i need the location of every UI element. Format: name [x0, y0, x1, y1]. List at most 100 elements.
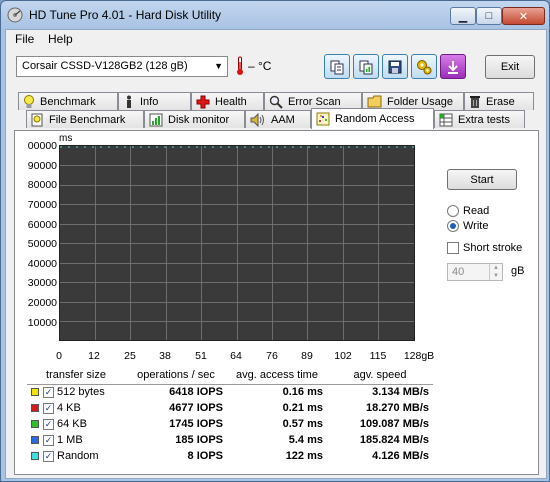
speaker-icon — [250, 112, 264, 127]
transfer-size: Random — [57, 450, 99, 462]
copy-results-icon — [359, 60, 373, 74]
read-radio-dot — [447, 205, 459, 217]
copy-info-icon — [330, 60, 344, 74]
menu-help[interactable]: Help — [48, 32, 73, 46]
transfer-size: 4 KB — [57, 402, 81, 414]
tab-aam[interactable]: AAM — [245, 110, 311, 128]
table-row: ✓ 64 KB 1745 IOPS 0.57 ms 109.087 MB/s — [27, 416, 433, 432]
y-tick: 90000 — [27, 160, 57, 172]
exit-button[interactable]: Exit — [485, 55, 535, 79]
spin-arrows-icon[interactable]: ▲ ▼ — [489, 264, 502, 280]
column-header: agv. speed — [327, 367, 433, 385]
close-button[interactable]: ✕ — [502, 7, 545, 25]
drive-selector-value: Corsair CSSD-V128GB2 (128 gB) — [22, 60, 188, 72]
tab-erase[interactable]: Erase — [464, 92, 534, 110]
series-checkbox[interactable]: ✓ — [43, 386, 54, 398]
menu-file[interactable]: File — [15, 32, 34, 46]
short-stroke-checkbox[interactable]: Short stroke — [447, 242, 522, 254]
window-title: HD Tune Pro 4.01 - Hard Disk Utility — [29, 8, 222, 22]
short-stroke-label: Short stroke — [463, 242, 523, 254]
copy-results-button[interactable] — [353, 54, 379, 79]
y-tick: 60000 — [27, 219, 57, 231]
y-tick: 30000 — [27, 277, 57, 289]
trash-icon — [470, 95, 480, 108]
drive-selector[interactable]: Corsair CSSD-V128GB2 (128 gB) ▼ — [16, 56, 228, 77]
speed-cell: 109.087 MB/s — [359, 418, 429, 430]
series-checkbox[interactable]: ✓ — [43, 450, 54, 462]
tab-random-access[interactable]: Random Access — [311, 108, 434, 129]
close-icon: ✕ — [518, 10, 529, 23]
maximize-button[interactable]: □ — [476, 7, 502, 25]
tab-label: Error Scan — [288, 95, 341, 108]
transfer-size-cell: ✓ 512 bytes — [27, 384, 125, 400]
tab-benchmark[interactable]: Benchmark — [18, 92, 118, 110]
download-button[interactable] — [440, 54, 466, 79]
app-icon — [7, 7, 23, 23]
access-time-cell: 122 ms — [285, 450, 323, 462]
x-tick: 38 — [159, 350, 171, 362]
ops-cell: 6418 IOPS — [169, 386, 223, 399]
options-button[interactable] — [411, 54, 437, 79]
tab-disk-monitor[interactable]: Disk monitor — [144, 110, 245, 128]
chevron-down-icon: ▼ — [214, 61, 223, 71]
x-tick: 25 — [124, 350, 136, 362]
transfer-size: 64 KB — [57, 418, 87, 430]
series-color-swatch — [31, 436, 39, 445]
short-stroke-size-input[interactable]: 40 ▲ ▼ — [447, 263, 503, 281]
folder-icon — [367, 95, 382, 108]
ops-cell: 185 IOPS — [175, 434, 223, 446]
y-unit-label: ms — [59, 133, 73, 144]
series-checkbox[interactable]: ✓ — [43, 434, 54, 446]
column-header: avg. access time — [227, 367, 327, 385]
menu-bar: File Help — [6, 30, 546, 48]
exit-button-label: Exit — [500, 61, 520, 73]
access-time-plot — [59, 145, 415, 341]
read-radio[interactable]: Read — [447, 205, 489, 217]
x-tick: 0 — [56, 350, 62, 362]
x-tick: 76 — [266, 350, 278, 362]
tab-extra-tests[interactable]: Extra tests — [434, 110, 525, 128]
transfer-size: 1 MB — [57, 434, 83, 446]
maximize-icon: □ — [485, 10, 493, 22]
write-radio-dot — [447, 220, 459, 232]
series-checkbox[interactable]: ✓ — [43, 402, 54, 414]
transfer-size-cell: ✓ Random — [27, 448, 125, 464]
tab-health[interactable]: Health — [191, 92, 264, 110]
series-color-swatch — [31, 452, 39, 461]
transfer-size-cell: ✓ 1 MB — [27, 432, 125, 448]
tab-label: Benchmark — [40, 95, 96, 108]
copy-info-button[interactable] — [324, 54, 350, 79]
start-button[interactable]: Start — [447, 169, 517, 190]
x-tick: 102 — [334, 350, 352, 362]
download-icon — [448, 60, 458, 74]
series-color-swatch — [31, 388, 39, 397]
table-row: ✓ 1 MB 185 IOPS 5.4 ms 185.824 MB/s — [27, 432, 433, 448]
table-row: ✓ Random 8 IOPS 122 ms 4.126 MB/s — [27, 448, 433, 464]
tab-info[interactable]: Info — [118, 92, 191, 110]
series-checkbox[interactable]: ✓ — [43, 418, 54, 430]
series-color-swatch — [31, 404, 39, 413]
short-stroke-box — [447, 242, 459, 254]
ops-cell: 4677 IOPS — [169, 402, 223, 414]
start-button-label: Start — [470, 173, 494, 186]
y-tick: 50000 — [27, 238, 57, 250]
x-tick: 128gB — [403, 350, 435, 362]
options-icon — [417, 59, 432, 74]
title-bar[interactable]: HD Tune Pro 4.01 - Hard Disk Utility ▁ □… — [1, 1, 549, 29]
tab-label: Folder Usage — [387, 95, 454, 108]
tab-label: Erase — [486, 95, 515, 108]
random-access-icon — [316, 112, 330, 126]
save-icon — [388, 60, 402, 73]
column-header: operations / sec — [125, 367, 227, 385]
thermometer-icon — [237, 56, 243, 75]
tab-label: Info — [140, 95, 159, 108]
temperature-readout: – °C — [248, 59, 272, 73]
table-row: ✓ 512 bytes 6418 IOPS 0.16 ms 3.134 MB/s — [27, 384, 433, 400]
column-header: transfer size — [27, 367, 125, 385]
tab-file-benchmark[interactable]: File Benchmark — [26, 110, 144, 128]
save-button[interactable] — [382, 54, 408, 79]
write-radio[interactable]: Write — [447, 220, 488, 232]
minimize-button[interactable]: ▁ — [450, 7, 476, 25]
access-time-cell: 0.16 ms — [282, 386, 323, 399]
tab-label: Health — [215, 95, 247, 108]
